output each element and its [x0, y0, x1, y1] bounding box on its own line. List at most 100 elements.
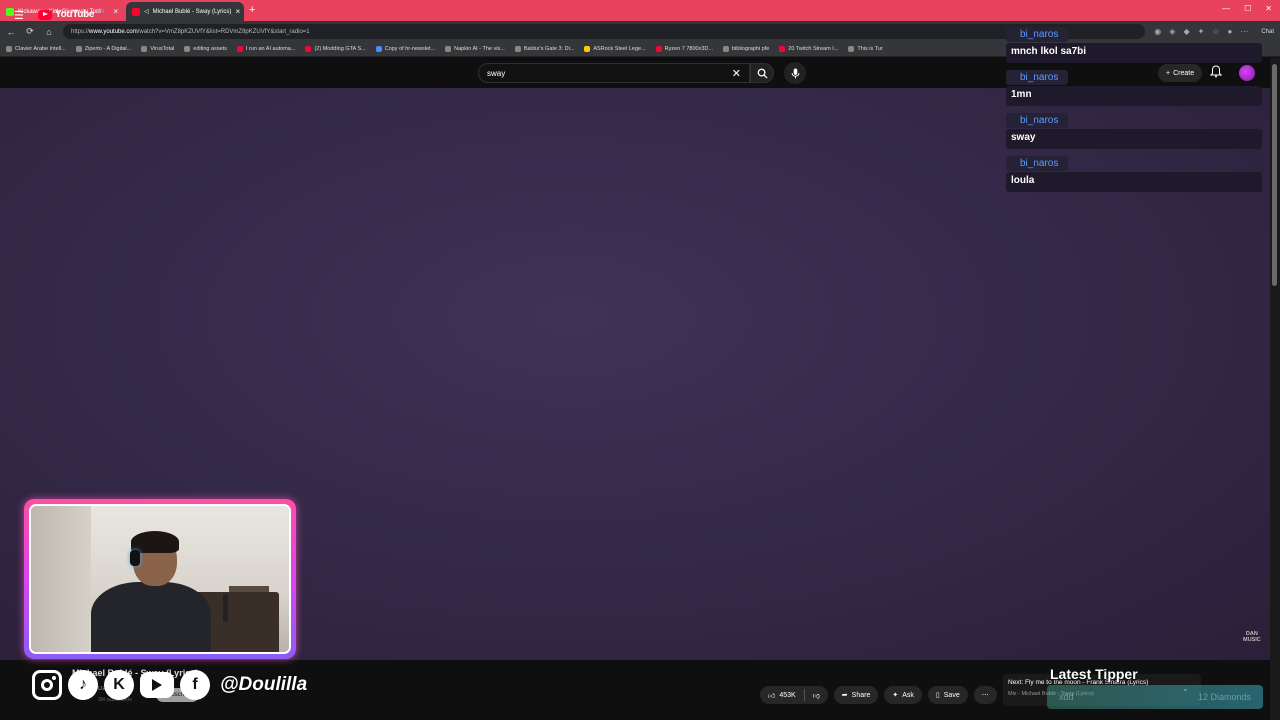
facebook-icon: f: [180, 670, 210, 700]
bookmark-favicon-icon: [848, 46, 855, 52]
save-label: Save: [943, 691, 960, 699]
video-actions: 👍︎ 453K 👎︎ ➦ Share ✦ Ask ▯ Save ⋯: [760, 686, 997, 704]
like-button[interactable]: 👍︎ 453K: [760, 686, 804, 704]
instagram-icon: [32, 670, 62, 700]
streamer-handle: @Doulilla: [220, 674, 308, 695]
share-label: Share: [851, 691, 871, 699]
url-path: /watch?v=VmZ8pKZUVfY&list=RDVmZ8pKZUVfY&…: [137, 28, 310, 35]
url-prefix: https://: [71, 28, 90, 35]
bookmark-icon: ▯: [935, 692, 940, 699]
bookmark-item[interactable]: Ziperto - A Digital...: [75, 46, 131, 52]
streamer: [83, 531, 211, 652]
browser-tab-youtube[interactable]: ◁ Michael Bublé - Sway (Lyrics) ×: [126, 2, 244, 21]
sparkle-icon: ✦: [892, 692, 899, 699]
webcam-microphone: [223, 594, 228, 622]
ask-label: Ask: [902, 691, 914, 699]
headset-icon: [130, 550, 140, 566]
bookmark-item[interactable]: Baldur's Gate 3: Di...: [514, 46, 574, 52]
like-count: 453K: [779, 691, 796, 699]
bookmark-favicon-icon: [514, 46, 521, 52]
home-icon[interactable]: ⌂: [44, 27, 54, 37]
bookmark-item[interactable]: VirusTotal: [141, 46, 174, 52]
country-code: TN: [97, 9, 104, 15]
latest-tipper-box: xdd 12 Diamonds: [1047, 685, 1263, 709]
webcam-frame: [24, 499, 296, 659]
more-actions-button[interactable]: ⋯: [973, 686, 997, 704]
folder-icon: [184, 46, 191, 52]
close-icon[interactable]: ×: [235, 7, 240, 16]
webcam-feed: [29, 504, 291, 654]
watermark-line: MUSIC: [1243, 637, 1261, 643]
voice-search-button[interactable]: [784, 62, 806, 84]
bookmark-item[interactable]: ASRock Steel Lege...: [584, 46, 646, 52]
youtube-play-icon: [38, 9, 52, 20]
bookmark-item[interactable]: I run an AI automa...: [236, 46, 295, 52]
url-field[interactable]: https://www.youtube.com/watch?v=VmZ8pKZU…: [63, 24, 1146, 39]
search-button[interactable]: [750, 63, 774, 83]
youtube-wordmark: YouTube: [55, 9, 95, 20]
search-box: ✕: [478, 63, 750, 83]
youtube-logo[interactable]: YouTube TN: [38, 9, 104, 20]
bookmark-item[interactable]: Clavier Arabe Intell...: [6, 46, 66, 52]
bookmark-item[interactable]: Ryzen 7 7800x3D...: [655, 46, 713, 52]
chat-username: bi_naros: [1006, 70, 1069, 85]
close-icon[interactable]: ×: [113, 7, 118, 16]
microphone-icon: [791, 68, 799, 78]
chat-text: sway: [1006, 129, 1262, 149]
chat-username: bi_naros: [1006, 156, 1069, 171]
chat-text: 1mn: [1006, 86, 1262, 106]
speaker-icon[interactable]: ◁: [144, 8, 149, 15]
bookmark-favicon-icon: [236, 46, 243, 52]
bookmark-favicon-icon: [75, 46, 82, 52]
thumbs-up-icon: 👍︎: [768, 692, 776, 700]
share-icon: ➦: [841, 692, 848, 699]
bookmark-item[interactable]: This is Tur: [848, 46, 883, 52]
webcam-wall: [31, 506, 91, 652]
tiktok-icon: ♪: [68, 670, 98, 700]
chat-message: bi_naros sway: [1006, 110, 1264, 149]
chat-username: bi_naros: [1006, 27, 1069, 42]
screen: Kickaway - Kick Giveaway Tool × ◁ Michae…: [0, 0, 1280, 720]
save-button[interactable]: ▯ Save: [927, 686, 968, 704]
reload-icon[interactable]: ⟳: [25, 26, 35, 37]
new-tab-button[interactable]: +: [249, 4, 255, 16]
chat-username: bi_naros: [1006, 113, 1069, 128]
close-window-icon[interactable]: ✕: [1265, 4, 1272, 13]
bookmark-item[interactable]: bibliographi pfe: [722, 46, 769, 52]
ask-button[interactable]: ✦ Ask: [884, 686, 922, 704]
minimize-icon[interactable]: —: [1222, 4, 1230, 13]
tab-title: Michael Bublé - Sway (Lyrics): [152, 8, 232, 15]
share-button[interactable]: ➦ Share: [833, 686, 879, 704]
url-host: www.youtube.com: [89, 28, 138, 35]
bookmark-item[interactable]: 20 Twitch Stream I...: [779, 46, 838, 52]
bookmark-favicon-icon: [445, 46, 452, 52]
youtube-favicon-icon: [132, 7, 140, 16]
tipper-name: xdd: [1059, 692, 1074, 702]
chat-text: loula: [1006, 172, 1262, 192]
bookmark-favicon-icon: [779, 46, 786, 52]
clear-search-icon[interactable]: ✕: [732, 67, 741, 80]
hamburger-menu-icon[interactable]: ☰: [14, 9, 24, 22]
youtube-icon: [140, 672, 174, 698]
bookmark-item[interactable]: Copy of hr-newslet...: [375, 46, 435, 52]
browser-tab-strip: Kickaway - Kick Giveaway Tool × ◁ Michae…: [0, 0, 1280, 21]
bookmark-item[interactable]: (2) Modding GTA S...: [305, 46, 366, 52]
chat-message: bi_naros mnch lkol sa7bi: [1006, 24, 1264, 63]
back-icon[interactable]: ←: [6, 27, 16, 37]
dislike-button[interactable]: 👎︎: [805, 686, 828, 704]
chat-message: bi_naros loula: [1006, 153, 1264, 192]
tipper-amount: 12 Diamonds: [1197, 692, 1251, 702]
chat-message: bi_naros 1mn: [1006, 67, 1264, 106]
channel-watermark[interactable]: DAN MUSIC: [1243, 631, 1261, 643]
maximize-icon[interactable]: ☐: [1244, 4, 1251, 13]
bookmark-item[interactable]: editing assets: [184, 46, 227, 52]
kick-favicon-icon: [6, 7, 14, 16]
more-dots-icon: ⋯: [981, 692, 989, 699]
bookmark-favicon-icon: [305, 46, 312, 52]
search-input[interactable]: [487, 68, 732, 78]
bookmark-item[interactable]: Napkin AI - The vis...: [445, 46, 505, 52]
bookmark-favicon-icon: [6, 46, 12, 52]
scrollbar-thumb[interactable]: [1272, 64, 1277, 286]
folder-icon: [722, 46, 729, 52]
bookmark-favicon-icon: [375, 46, 382, 52]
